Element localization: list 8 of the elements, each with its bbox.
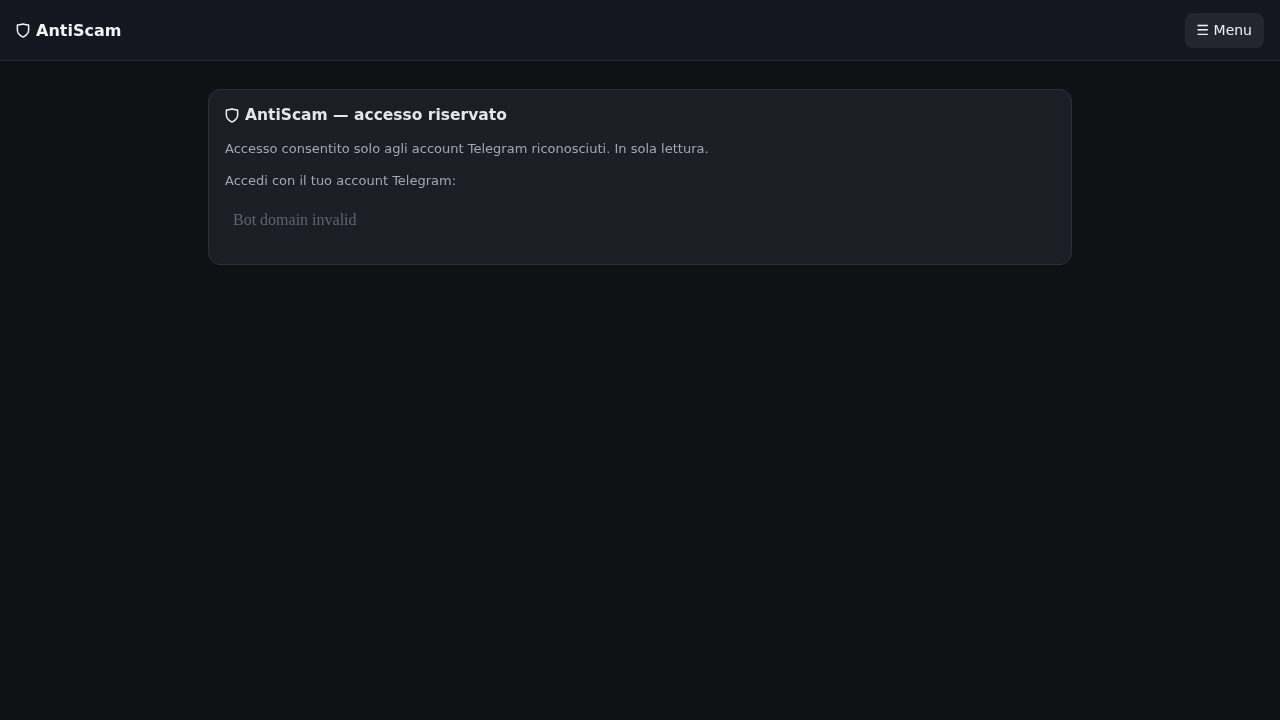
card-title: AntiScam — accesso riservato <box>245 106 507 125</box>
shield-icon <box>16 22 30 38</box>
menu-button[interactable]: ☰ Menu <box>1184 12 1264 48</box>
shield-icon <box>225 108 239 123</box>
brand-title: AntiScam <box>36 20 122 40</box>
description-text: Accesso consentito solo agli account Telegram riconosciuti. In sola lettura. <box>225 141 710 157</box>
login-widget-error: Bot domain invalid <box>233 211 357 229</box>
login-prompt: Accedi con il tuo account Telegram: <box>225 173 458 189</box>
